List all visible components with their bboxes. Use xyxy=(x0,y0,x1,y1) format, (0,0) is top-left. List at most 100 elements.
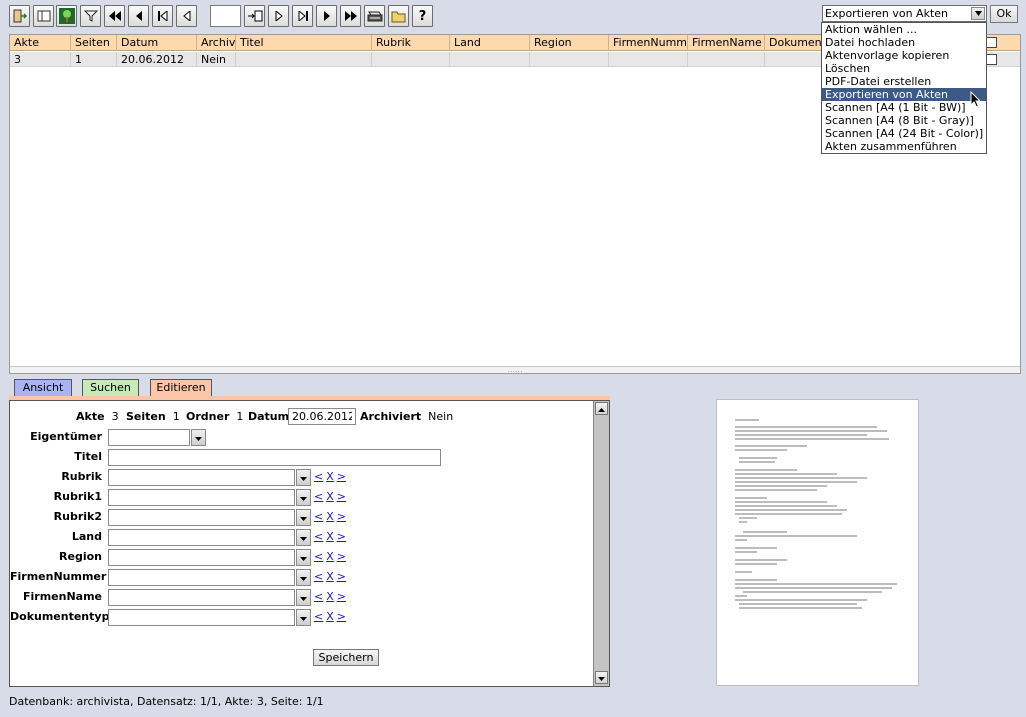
rubrik-dropdown[interactable] xyxy=(296,469,311,486)
rubrik-next-link[interactable]: > xyxy=(337,470,346,483)
region-clear-link[interactable]: X xyxy=(326,550,334,563)
tab-ansicht[interactable]: Ansicht xyxy=(14,379,72,397)
goto-page-button[interactable] xyxy=(244,5,265,27)
save-button[interactable]: Speichern xyxy=(313,649,379,666)
firmennummer-next-link[interactable]: > xyxy=(337,570,346,583)
filter-button[interactable] xyxy=(80,5,101,27)
chevron-down-icon[interactable] xyxy=(971,7,985,20)
land-next-link[interactable]: > xyxy=(337,530,346,543)
tab-editieren[interactable]: Editieren xyxy=(150,379,212,397)
firmennummer-prev-link[interactable]: < xyxy=(314,570,323,583)
column-header-firmennummer[interactable]: FirmenNummer xyxy=(609,35,688,51)
column-header-region[interactable]: Region xyxy=(530,35,609,51)
tab-suchen[interactable]: Suchen xyxy=(82,379,139,397)
action-item-export[interactable]: Exportieren von Akten xyxy=(822,88,986,101)
ok-button[interactable]: Ok xyxy=(990,5,1018,23)
eigentuemer-dropdown[interactable] xyxy=(191,429,206,446)
column-header-archiviert[interactable]: Archivi xyxy=(197,35,236,51)
fast-back-button[interactable] xyxy=(104,5,125,27)
rubrik2-clear-link[interactable]: X xyxy=(326,510,334,523)
column-header-firmenname[interactable]: FirmenName xyxy=(688,35,765,51)
rubrik2-dropdown[interactable] xyxy=(296,509,311,526)
help-button[interactable]: ? xyxy=(412,5,433,27)
dokumententyp-prev-link[interactable]: < xyxy=(314,610,323,623)
exit-button[interactable] xyxy=(9,5,30,27)
titel-input[interactable] xyxy=(108,449,441,466)
scroll-up-button[interactable] xyxy=(595,402,608,415)
scan-button[interactable] xyxy=(364,5,385,27)
last-record-button[interactable] xyxy=(292,5,313,27)
rubrik1-clear-link[interactable]: X xyxy=(326,490,334,503)
tree-button[interactable] xyxy=(56,5,77,27)
region-dropdown[interactable] xyxy=(296,549,311,566)
action-item-merge[interactable]: Akten zusammenführen xyxy=(822,140,986,153)
rubrik-clear-link[interactable]: X xyxy=(326,470,334,483)
column-header-datum[interactable]: Datum xyxy=(117,35,197,51)
rubrik1-input[interactable] xyxy=(108,489,295,506)
next-record-button[interactable] xyxy=(268,5,289,27)
firmennummer-clear-link[interactable]: X xyxy=(326,570,334,583)
region-next-link[interactable]: > xyxy=(337,550,346,563)
prev-page-button[interactable] xyxy=(128,5,149,27)
chevron-down-icon xyxy=(300,551,307,564)
view-toggle-button[interactable] xyxy=(33,5,54,27)
firmenname-clear-link[interactable]: X xyxy=(326,590,334,603)
dokumententyp-dropdown[interactable] xyxy=(296,609,311,626)
firmenname-nav: < X > xyxy=(314,589,349,605)
region-prev-link[interactable]: < xyxy=(314,550,323,563)
rubrik2-prev-link[interactable]: < xyxy=(314,510,323,523)
resize-handle[interactable]: ...... xyxy=(10,366,1020,374)
action-item-copy-template[interactable]: Aktenvorlage kopieren xyxy=(822,49,986,62)
column-header-land[interactable]: Land xyxy=(450,35,530,51)
action-item-scan-gray[interactable]: Scannen [A4 (8 Bit - Gray)] xyxy=(822,114,986,127)
firmenname-next-link[interactable]: > xyxy=(337,590,346,603)
prev-record-button[interactable] xyxy=(176,5,197,27)
row-checkbox[interactable] xyxy=(986,54,997,65)
action-item-upload[interactable]: Datei hochladen xyxy=(822,36,986,49)
firmennummer-dropdown[interactable] xyxy=(296,569,311,586)
region-input[interactable] xyxy=(108,549,295,566)
document-preview[interactable] xyxy=(716,399,919,686)
fast-forward-button[interactable] xyxy=(340,5,361,27)
land-dropdown[interactable] xyxy=(296,529,311,546)
dokumententyp-input[interactable] xyxy=(108,609,295,626)
land-clear-link[interactable]: X xyxy=(326,530,334,543)
rubrik1-dropdown[interactable] xyxy=(296,489,311,506)
rubrik-input[interactable] xyxy=(108,469,295,486)
action-select[interactable]: Exportieren von Akten xyxy=(822,5,987,22)
column-header-rubrik[interactable]: Rubrik xyxy=(372,35,450,51)
land-input[interactable] xyxy=(108,529,295,546)
firmenname-prev-link[interactable]: < xyxy=(314,590,323,603)
double-right-arrow-icon xyxy=(344,11,358,21)
rubrik1-prev-link[interactable]: < xyxy=(314,490,323,503)
page-number-input[interactable] xyxy=(210,5,241,27)
firmennummer-input[interactable] xyxy=(108,569,295,586)
action-item-scan-bw[interactable]: Scannen [A4 (1 Bit - BW)] xyxy=(822,101,986,114)
action-item-create-pdf[interactable]: PDF-Datei erstellen xyxy=(822,75,986,88)
dokumententyp-next-link[interactable]: > xyxy=(337,610,346,623)
firmenname-input[interactable] xyxy=(108,589,295,606)
column-header-akte[interactable]: Akte xyxy=(10,35,71,51)
firmenname-dropdown[interactable] xyxy=(296,589,311,606)
rubrik2-next-link[interactable]: > xyxy=(337,510,346,523)
open-folder-button[interactable] xyxy=(388,5,409,27)
land-prev-link[interactable]: < xyxy=(314,530,323,543)
dokumententyp-clear-link[interactable]: X xyxy=(326,610,334,623)
rubrik1-next-link[interactable]: > xyxy=(337,490,346,503)
datum-input[interactable] xyxy=(288,408,356,425)
action-item-scan-color[interactable]: Scannen [A4 (24 Bit - Color)] xyxy=(822,127,986,140)
next-page-button[interactable] xyxy=(316,5,337,27)
action-item-delete[interactable]: Löschen xyxy=(822,62,986,75)
action-item-choose[interactable]: Aktion wählen ... xyxy=(822,23,986,36)
rubrik2-input[interactable] xyxy=(108,509,295,526)
select-all-checkbox[interactable] xyxy=(986,37,997,48)
form-scrollbar[interactable] xyxy=(593,401,609,686)
column-header-titel[interactable]: Titel xyxy=(236,35,372,51)
toolbar: ? xyxy=(9,5,433,28)
first-record-button[interactable] xyxy=(152,5,173,27)
column-header-seiten[interactable]: Seiten xyxy=(71,35,117,51)
rubrik-prev-link[interactable]: < xyxy=(314,470,323,483)
cell-seiten: 1 xyxy=(71,52,117,67)
scroll-down-button[interactable] xyxy=(595,671,608,684)
eigentuemer-select[interactable] xyxy=(108,429,190,446)
